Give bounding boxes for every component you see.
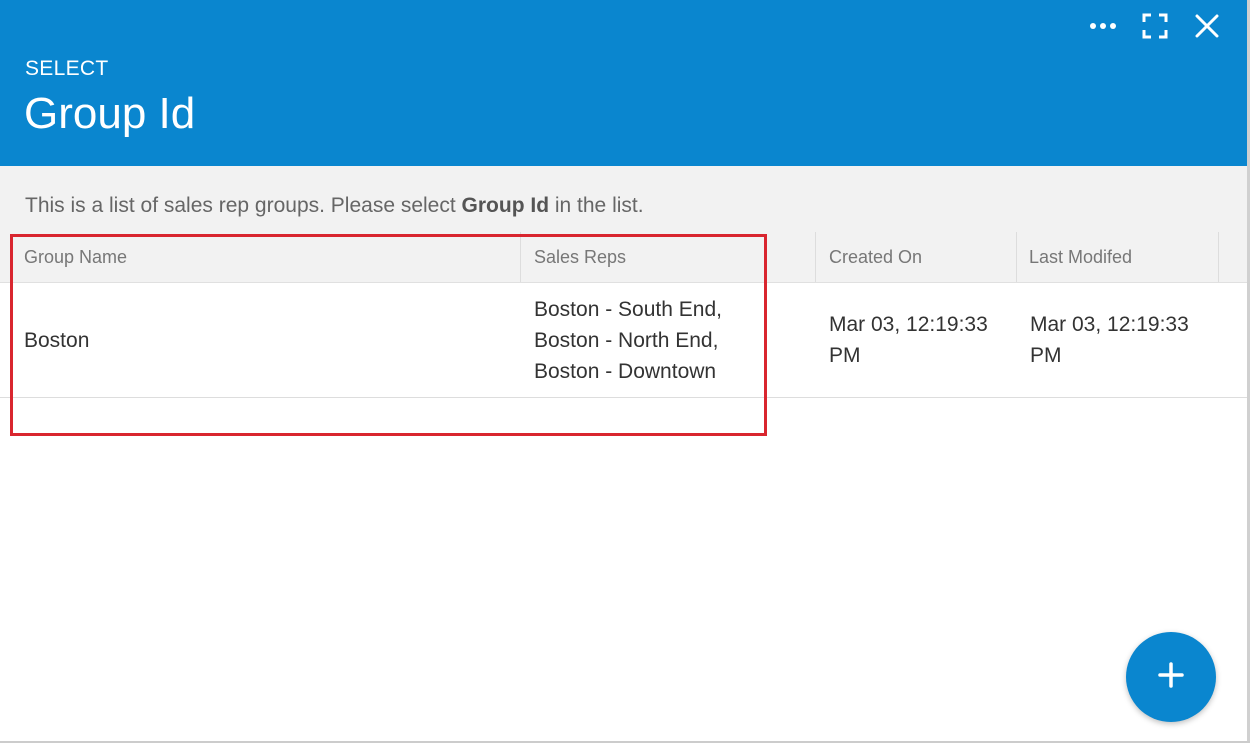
info-bold: Group Id (461, 194, 550, 217)
sales-rep-item: Boston - Downtown (534, 359, 717, 383)
created-on-ampm: PM (829, 344, 861, 367)
cell-group-name: Boston (24, 328, 90, 352)
plus-icon (1157, 661, 1185, 694)
more-options-button[interactable] (1084, 8, 1122, 44)
maximize-icon (1142, 13, 1168, 39)
add-button[interactable] (1126, 632, 1216, 722)
column-header-last-modified[interactable]: Last Modifed (1016, 232, 1219, 282)
column-header-group-name[interactable]: Group Name (11, 232, 521, 282)
sales-rep-item: Boston - North End, (534, 328, 719, 352)
cell-last-modified: Mar 03, 12:19:33 PM (1030, 283, 1220, 397)
column-header-sales-reps[interactable]: Sales Reps (521, 232, 816, 282)
table-header: Group Name Sales Reps Created On Last Mo… (0, 232, 1247, 283)
info-prefix: This is a list of sales rep groups. Plea… (25, 194, 462, 217)
sales-rep-item: Boston - South End, (534, 297, 722, 321)
last-modified-ampm: PM (1030, 344, 1062, 367)
info-bar: This is a list of sales rep groups. Plea… (0, 166, 1247, 232)
close-icon (1195, 14, 1219, 38)
column-header-created-on[interactable]: Created On (815, 232, 1017, 282)
dialog-subtitle: SELECT (25, 57, 109, 80)
maximize-button[interactable] (1136, 8, 1174, 44)
created-on-date: Mar 03, 12:19:33 (829, 313, 988, 336)
info-suffix: in the list. (549, 194, 644, 217)
table-row[interactable]: Boston Boston - South End, Boston - Nort… (0, 283, 1247, 398)
cell-created-on: Mar 03, 12:19:33 PM (829, 283, 1014, 397)
last-modified-date: Mar 03, 12:19:33 (1030, 313, 1189, 336)
info-text: This is a list of sales rep groups. Plea… (25, 194, 644, 218)
cell-sales-reps: Boston - South End, Boston - North End, … (534, 283, 804, 397)
dialog-title: Group Id (24, 89, 196, 138)
more-icon (1089, 22, 1117, 30)
dialog-header: SELECT Group Id (0, 0, 1247, 166)
close-button[interactable] (1188, 8, 1226, 44)
